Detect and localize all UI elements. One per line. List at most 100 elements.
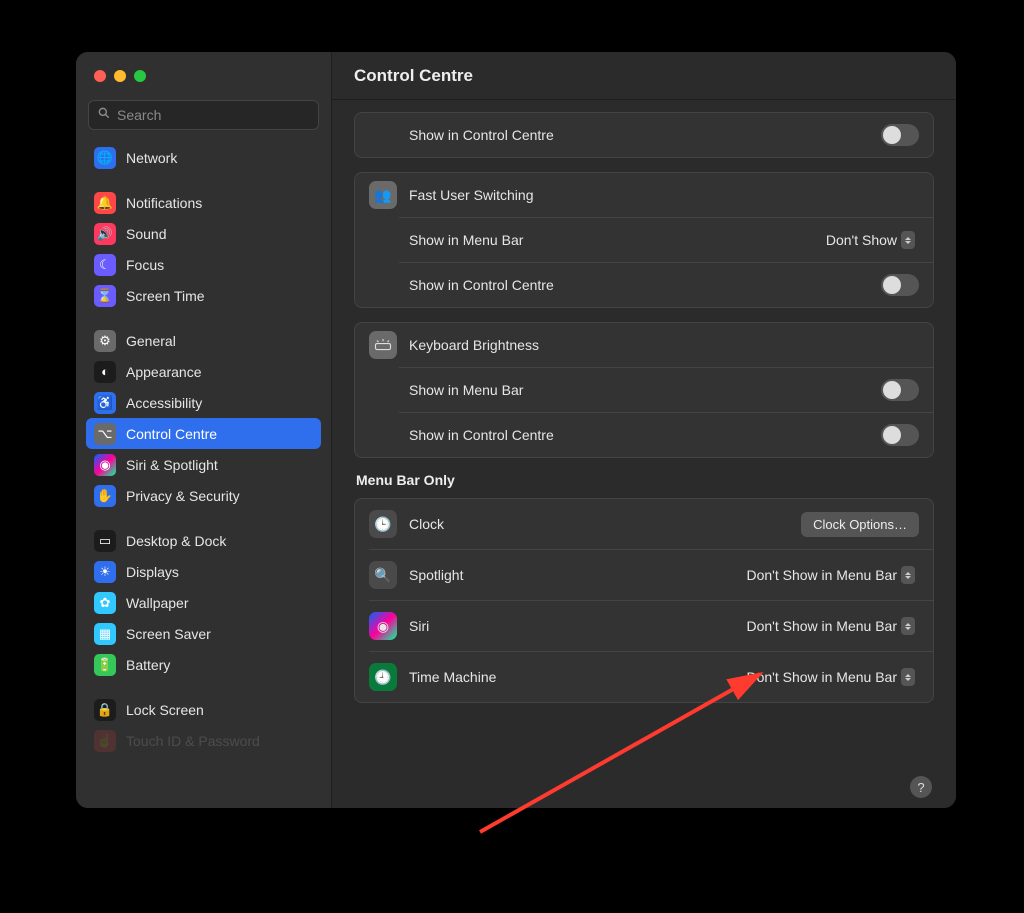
- sidebar-item-notifications[interactable]: 🔔 Notifications: [86, 187, 321, 218]
- sidebar-item-label: Appearance: [126, 364, 202, 380]
- chevron-updown-icon: [901, 617, 915, 635]
- sidebar-item-displays[interactable]: ☀ Displays: [86, 556, 321, 587]
- row-fus-menubar: Show in Menu Bar Don't Show: [355, 218, 933, 262]
- main-pane: Control Centre Show in Control Centre 👥 …: [332, 52, 956, 808]
- sidebar-item-label: Screen Time: [126, 288, 205, 304]
- sidebar-item-label: Wallpaper: [126, 595, 189, 611]
- select-spotlight-menubar[interactable]: Don't Show in Menu Bar: [742, 564, 919, 586]
- privacy-security-icon: ✋: [94, 485, 116, 507]
- sidebar-item-lock-screen[interactable]: 🔒Lock Screen: [86, 694, 321, 725]
- keyboard-brightness-icon: [369, 331, 397, 359]
- sidebar-item-siri-spotlight[interactable]: ◉ Siri & Spotlight: [86, 449, 321, 480]
- toggle-fus-controlcentre[interactable]: [881, 274, 919, 296]
- row-show-in-control-centre: Show in Control Centre: [355, 113, 933, 157]
- help-button[interactable]: ?: [910, 776, 932, 798]
- close-window-button[interactable]: [94, 70, 106, 82]
- row-label: Spotlight: [409, 567, 742, 583]
- row-spotlight: 🔍 SpotlightDon't Show in Menu Bar: [355, 550, 933, 600]
- time-machine-icon: 🕘: [369, 663, 397, 691]
- select-value: Don't Show in Menu Bar: [746, 567, 897, 583]
- page-title: Control Centre: [354, 66, 473, 86]
- sound-icon: 🔊: [94, 223, 116, 245]
- sidebar-item-touch-id-password[interactable]: ☝Touch ID & Password: [86, 725, 321, 756]
- chevron-updown-icon: [901, 668, 915, 686]
- search-icon: [97, 106, 111, 125]
- select-siri-menubar[interactable]: Don't Show in Menu Bar: [742, 615, 919, 637]
- sidebar-item-general[interactable]: ⚙ General: [86, 325, 321, 356]
- select-fus-menubar[interactable]: Don't Show: [822, 229, 919, 251]
- search-field[interactable]: [88, 100, 319, 130]
- row-time-machine: 🕘 Time MachineDon't Show in Menu Bar: [355, 652, 933, 702]
- row-fus-controlcentre: Show in Control Centre: [355, 263, 933, 307]
- general-icon: ⚙: [94, 330, 116, 352]
- sidebar-item-network[interactable]: 🌐 Network: [86, 142, 321, 173]
- window-titlebar: [76, 52, 331, 100]
- row-clock: 🕒 ClockClock Options…: [355, 499, 933, 549]
- sidebar: 🌐 Network 🔔 Notifications 🔊 Sound ☾ Focus ⌛ Scree…: [76, 52, 332, 808]
- select-value: Don't Show in Menu Bar: [746, 618, 897, 634]
- search-input[interactable]: [117, 107, 310, 123]
- sidebar-item-accessibility[interactable]: ♿Accessibility: [86, 387, 321, 418]
- section-label: Fast User Switching: [409, 187, 919, 203]
- row-label: Time Machine: [409, 669, 742, 685]
- notifications-icon: 🔔: [94, 192, 116, 214]
- sidebar-item-label: Battery: [126, 657, 170, 673]
- row-label: Show in Menu Bar: [409, 382, 881, 398]
- sidebar-item-desktop-dock[interactable]: ▭Desktop & Dock: [86, 525, 321, 556]
- select-time-machine-menubar[interactable]: Don't Show in Menu Bar: [742, 666, 919, 688]
- clock-options-button[interactable]: Clock Options…: [801, 512, 919, 537]
- toggle-show-in-control-centre[interactable]: [881, 124, 919, 146]
- siri-spotlight-icon: ◉: [94, 454, 116, 476]
- sidebar-item-focus[interactable]: ☾ Focus: [86, 249, 321, 280]
- row-label: Clock: [409, 516, 801, 532]
- sidebar-item-wallpaper[interactable]: ✿Wallpaper: [86, 587, 321, 618]
- select-value: Don't Show in Menu Bar: [746, 669, 897, 685]
- sidebar-item-privacy-security[interactable]: ✋ Privacy & Security: [86, 480, 321, 511]
- sidebar-item-label: General: [126, 333, 176, 349]
- sidebar-item-label: Network: [126, 150, 177, 166]
- row-label: Siri: [409, 618, 742, 634]
- sidebar-item-appearance[interactable]: ◐ Appearance: [86, 356, 321, 387]
- sidebar-item-label: Siri & Spotlight: [126, 457, 218, 473]
- panel-menubar-only: 🕒ClockClock Options…🔍SpotlightDon't Show…: [354, 498, 934, 703]
- row-kb-menubar: Show in Menu Bar: [355, 368, 933, 412]
- sidebar-list[interactable]: 🌐 Network 🔔 Notifications 🔊 Sound ☾ Focus ⌛ Scree…: [76, 138, 331, 808]
- row-kb-controlcentre: Show in Control Centre: [355, 413, 933, 457]
- sidebar-item-battery[interactable]: 🔋Battery: [86, 649, 321, 680]
- sidebar-item-sound[interactable]: 🔊 Sound: [86, 218, 321, 249]
- toggle-kb-menubar[interactable]: [881, 379, 919, 401]
- displays-icon: ☀: [94, 561, 116, 583]
- panel-keyboard-brightness: Keyboard Brightness Show in Menu Bar Sho…: [354, 322, 934, 458]
- row-label: Show in Control Centre: [409, 277, 881, 293]
- sidebar-item-label: Displays: [126, 564, 179, 580]
- panel-fast-user-switching: 👥 Fast User Switching Show in Menu Bar D…: [354, 172, 934, 308]
- clock-icon: 🕒: [369, 510, 397, 538]
- toggle-kb-controlcentre[interactable]: [881, 424, 919, 446]
- screen-saver-icon: ▦: [94, 623, 116, 645]
- sidebar-item-screen-time[interactable]: ⌛ Screen Time: [86, 280, 321, 311]
- sidebar-item-label: Sound: [126, 226, 166, 242]
- focus-icon: ☾: [94, 254, 116, 276]
- sidebar-item-control-centre[interactable]: ⌥ Control Centre: [86, 418, 321, 449]
- row-header-keyboard-brightness: Keyboard Brightness: [355, 323, 933, 367]
- users-icon: 👥: [369, 181, 397, 209]
- select-value: Don't Show: [826, 232, 897, 248]
- sidebar-item-screen-saver[interactable]: ▦Screen Saver: [86, 618, 321, 649]
- sidebar-item-label: Control Centre: [126, 426, 217, 442]
- sidebar-item-label: Lock Screen: [126, 702, 204, 718]
- main-body[interactable]: Show in Control Centre 👥 Fast User Switc…: [332, 100, 956, 808]
- minimize-window-button[interactable]: [114, 70, 126, 82]
- sidebar-item-label: Desktop & Dock: [126, 533, 226, 549]
- appearance-icon: ◐: [94, 361, 116, 383]
- accessibility-icon: ♿: [94, 392, 116, 414]
- row-label: Show in Control Centre: [409, 427, 881, 443]
- control-centre-icon: ⌥: [94, 423, 116, 445]
- chevron-updown-icon: [901, 231, 915, 249]
- screen-time-icon: ⌛: [94, 285, 116, 307]
- network-icon: 🌐: [94, 147, 116, 169]
- spotlight-icon: 🔍: [369, 561, 397, 589]
- sidebar-item-label: Privacy & Security: [126, 488, 240, 504]
- fullscreen-window-button[interactable]: [134, 70, 146, 82]
- sidebar-item-label: Notifications: [126, 195, 202, 211]
- sidebar-item-label: Focus: [126, 257, 164, 273]
